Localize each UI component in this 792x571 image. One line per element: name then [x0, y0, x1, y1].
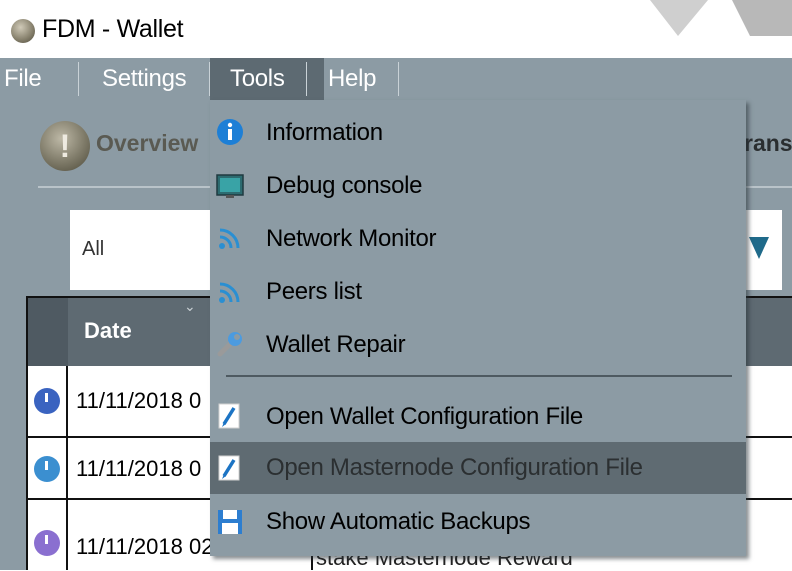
save-disk-icon	[218, 510, 242, 534]
row-status-cell	[28, 366, 68, 436]
menu-file[interactable]: File	[2, 58, 74, 100]
menu-help[interactable]: Help	[318, 58, 408, 100]
row-status-cell	[28, 438, 68, 498]
decorative-corner-shape	[650, 0, 792, 36]
menu-item-information[interactable]: Information	[210, 106, 746, 158]
sort-chevron-icon: ⌄	[184, 298, 196, 314]
menu-item-label: Debug console	[266, 172, 423, 199]
header-amount-column[interactable]	[746, 298, 792, 366]
menu-item-open-masternode-config[interactable]: Open Masternode Configuration File	[210, 442, 746, 494]
dropdown-arrow-icon[interactable]	[749, 237, 769, 259]
menu-separator	[226, 375, 732, 377]
date-filter-value: All	[82, 238, 105, 260]
menu-item-open-wallet-config[interactable]: Open Wallet Configuration File	[210, 390, 746, 442]
network-signal-icon	[219, 282, 240, 303]
clock-icon	[34, 530, 60, 556]
row-status-cell	[28, 500, 68, 570]
clock-icon	[34, 456, 60, 482]
menu-item-show-backups[interactable]: Show Automatic Backups	[210, 496, 746, 548]
menu-separator	[78, 62, 79, 96]
window-title: FDM - Wallet	[42, 15, 184, 43]
info-icon	[217, 119, 243, 145]
clock-icon	[34, 388, 60, 414]
menu-item-label: Open Masternode Configuration File	[266, 454, 643, 481]
menu-separator	[398, 62, 399, 96]
overview-tab-label[interactable]: Overview	[96, 130, 198, 157]
menu-item-label: Open Wallet Configuration File	[266, 403, 583, 430]
menu-separator	[306, 62, 307, 96]
exclamation-glyph: !	[59, 128, 71, 164]
header-status-column[interactable]	[28, 298, 68, 366]
header-date[interactable]: Date	[84, 318, 132, 344]
tools-dropdown-menu: Information Debug console Network Monito…	[210, 100, 746, 556]
menu-item-label: Peers list	[266, 278, 362, 305]
network-signal-icon	[219, 228, 240, 249]
menu-item-label: Network Monitor	[266, 225, 437, 252]
transactions-tab-label[interactable]: rans	[744, 130, 792, 157]
menu-item-wallet-repair[interactable]: Wallet Repair	[210, 318, 746, 370]
edit-document-icon	[218, 455, 240, 481]
edit-document-icon	[218, 403, 240, 429]
row-date: 11/11/2018 0	[76, 456, 202, 481]
app-logo-icon	[11, 19, 35, 43]
row-date: 11/11/2018 0	[76, 388, 202, 413]
menu-item-label: Wallet Repair	[266, 331, 406, 358]
console-icon	[216, 174, 244, 198]
menu-item-label: Information	[266, 119, 383, 146]
wrench-icon	[217, 332, 242, 357]
menu-item-peers-list[interactable]: Peers list	[210, 266, 746, 318]
menu-item-network-monitor[interactable]: Network Monitor	[210, 212, 746, 264]
menu-settings[interactable]: Settings	[92, 58, 212, 100]
menu-item-label: Show Automatic Backups	[266, 508, 531, 535]
menu-bar: File Settings Tools Help	[0, 58, 792, 100]
menu-item-debug-console[interactable]: Debug console	[210, 160, 746, 212]
